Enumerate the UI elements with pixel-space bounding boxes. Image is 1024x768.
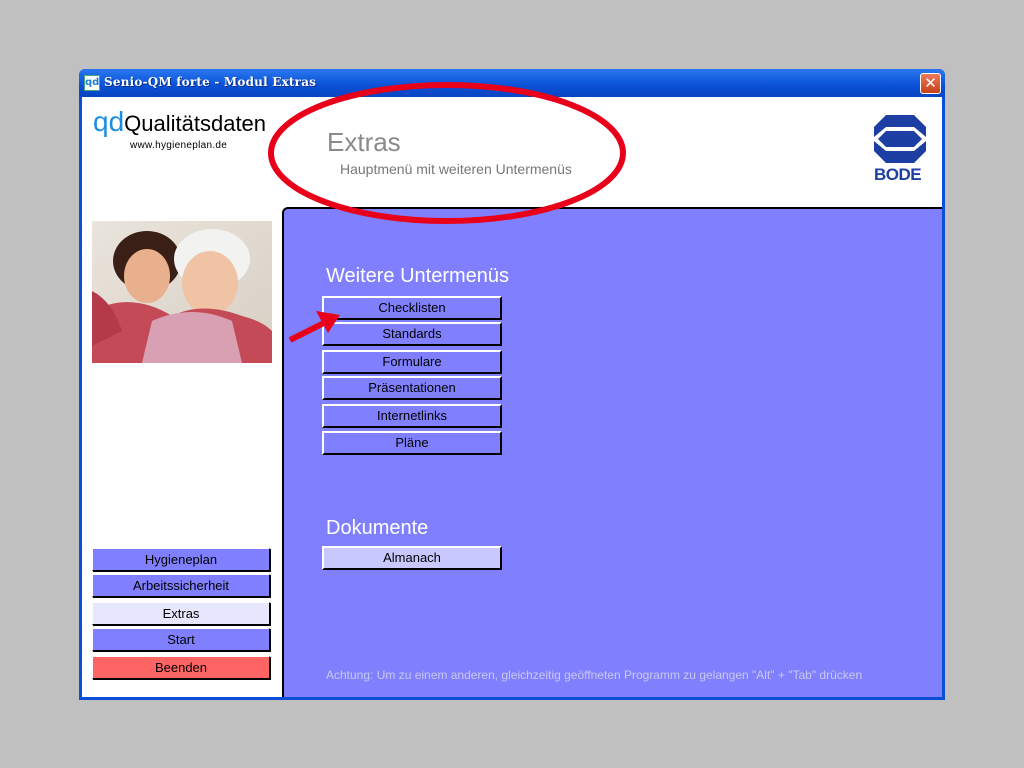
start-button[interactable]: Start — [92, 628, 270, 651]
content-panel: Weitere Untermenüs Checklisten Standards… — [282, 207, 942, 697]
logo-word: Qualitätsdaten — [124, 111, 267, 136]
arbeitssicherheit-button[interactable]: Arbeitssicherheit — [92, 574, 270, 597]
documents-heading: Dokumente — [326, 517, 429, 539]
checklisten-button[interactable]: Checklisten — [322, 296, 502, 320]
page-subtitle: Hauptmenü mit weiteren Untermenüs — [340, 161, 572, 177]
standards-button[interactable]: Standards — [322, 322, 502, 346]
client-area: qdQualitätsdaten www.hygieneplan.de Extr… — [82, 97, 942, 697]
app-window: qd Senio-QM forte - Modul Extras ✕ qdQua… — [79, 69, 945, 700]
praesentationen-button[interactable]: Präsentationen — [322, 376, 502, 400]
alt-tab-hint: Achtung: Um zu einem anderen, gleichzeit… — [326, 668, 863, 682]
window-title: Senio-QM forte - Modul Extras — [104, 75, 317, 89]
hygieneplan-button[interactable]: Hygieneplan — [92, 548, 270, 571]
title-bar[interactable]: qd Senio-QM forte - Modul Extras ✕ — [79, 69, 945, 97]
almanach-button[interactable]: Almanach — [322, 546, 502, 570]
beenden-button[interactable]: Beenden — [92, 656, 270, 679]
qd-logo: qdQualitätsdaten www.hygieneplan.de — [93, 106, 267, 151]
submenus-heading: Weitere Untermenüs — [326, 265, 510, 287]
close-button[interactable]: ✕ — [920, 73, 941, 94]
extras-button[interactable]: Extras — [92, 602, 270, 625]
logo-url: www.hygieneplan.de — [130, 140, 228, 151]
logo-prefix: qd — [93, 106, 125, 137]
plaene-button[interactable]: Pläne — [322, 431, 502, 455]
page-title: Extras — [327, 127, 401, 157]
formulare-button[interactable]: Formulare — [322, 350, 502, 374]
internetlinks-button[interactable]: Internetlinks — [322, 404, 502, 428]
brand-name: BODE — [874, 165, 922, 184]
bode-logo-icon — [874, 115, 926, 163]
app-icon: qd — [84, 75, 100, 91]
family-photo-image — [92, 221, 272, 363]
